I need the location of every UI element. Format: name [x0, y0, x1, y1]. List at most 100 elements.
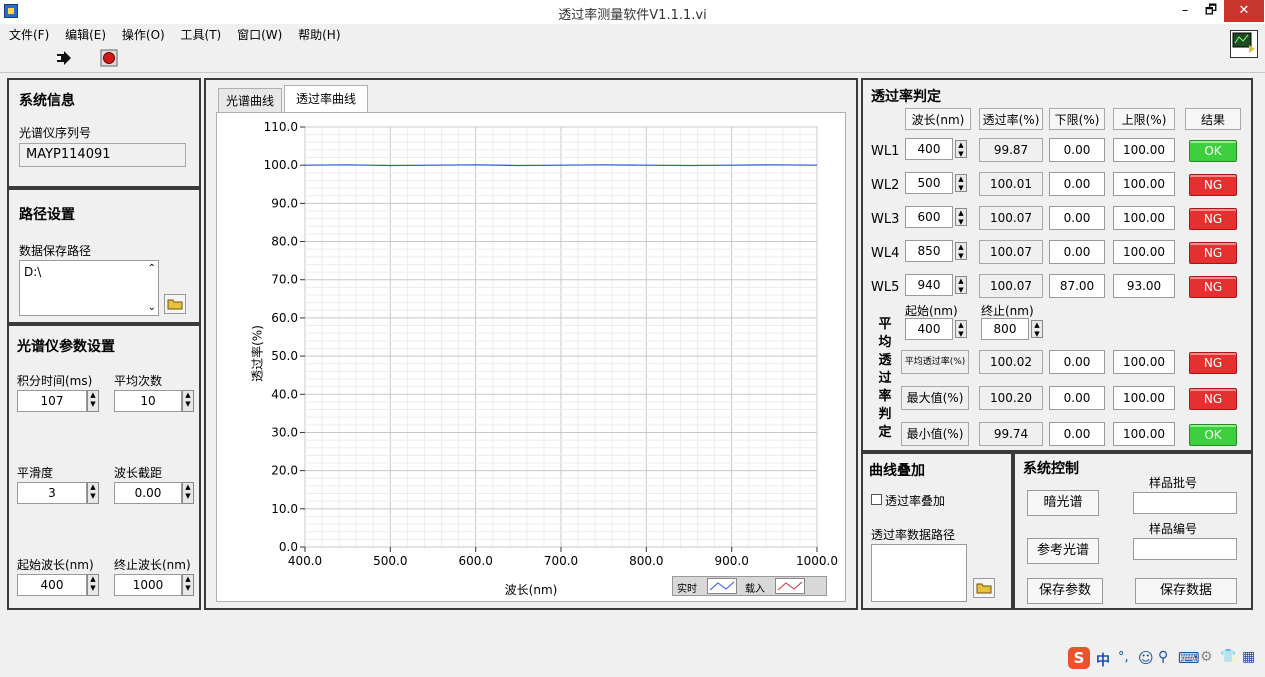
stat-label: 平均透过率(%) — [901, 350, 969, 374]
menu-operate[interactable]: 操作(O) — [122, 28, 165, 42]
id-input[interactable] — [1133, 538, 1237, 560]
wl-stepper[interactable]: ▲ ▼ — [955, 242, 967, 260]
toolbox-icon[interactable]: ▦ — [1242, 649, 1255, 665]
stat-upper-input[interactable]: 100.00 — [1113, 386, 1175, 410]
save-path-input[interactable]: D:\ ⌃ ⌄ — [19, 260, 159, 316]
close-button[interactable]: ✕ — [1224, 0, 1264, 22]
smooth-stepper[interactable]: ▲ ▼ — [87, 482, 99, 504]
stat-upper-input[interactable]: 100.00 — [1113, 350, 1175, 374]
lower-limit-input[interactable]: 0.00 — [1049, 172, 1105, 196]
end-wl-input[interactable]: 1000 — [114, 574, 182, 596]
wl-input[interactable]: 850 — [905, 240, 953, 262]
overlay-path-input[interactable] — [871, 544, 967, 602]
cutoff-label: 波长截距 — [114, 466, 163, 480]
integration-input[interactable]: 107 — [17, 390, 87, 412]
stat-label: 最小值(%) — [901, 422, 969, 446]
save-data-button[interactable]: 保存数据 — [1135, 578, 1237, 604]
end-wl-stepper[interactable]: ▲ ▼ — [182, 574, 194, 596]
scroll-down-icon[interactable]: ⌄ — [148, 302, 156, 313]
stat-upper-input[interactable]: 100.00 — [1113, 422, 1175, 446]
overlay-checkbox[interactable] — [871, 494, 882, 505]
serial-value: MAYP114091 — [19, 143, 186, 167]
wl-input[interactable]: 500 — [905, 172, 953, 194]
upper-limit-input[interactable]: 93.00 — [1113, 274, 1175, 298]
wl-stepper[interactable]: ▲ ▼ — [955, 140, 967, 158]
scroll-up-icon[interactable]: ⌃ — [148, 263, 156, 274]
overlay-panel: 曲线叠加 透过率叠加 透过率数据路径 — [861, 452, 1013, 610]
wl-input[interactable]: 600 — [905, 206, 953, 228]
upper-limit-input[interactable]: 100.00 — [1113, 172, 1175, 196]
abort-stop-icon[interactable] — [100, 49, 118, 67]
avg-end-stepper[interactable]: ▲ ▼ — [1031, 320, 1043, 338]
punct-icon[interactable]: °, — [1118, 650, 1129, 665]
menu-help[interactable]: 帮助(H) — [298, 28, 340, 42]
tab-spectrum[interactable]: 光谱曲线 — [218, 88, 282, 112]
wl-input[interactable]: 940 — [905, 274, 953, 296]
id-label: 样品编号 — [1149, 522, 1198, 536]
upper-limit-input[interactable]: 100.00 — [1113, 240, 1175, 264]
menu-tools[interactable]: 工具(T) — [181, 28, 222, 42]
overlay-check-label: 透过率叠加 — [885, 494, 946, 508]
system-info-title: 系统信息 — [19, 93, 75, 109]
transmittance-value: 100.07 — [979, 274, 1043, 298]
overlay-browse-button[interactable] — [973, 578, 995, 598]
mic-icon[interactable]: ⚲ — [1158, 649, 1168, 665]
judge-header-4: 结果 — [1185, 108, 1241, 130]
skin-icon[interactable]: 👕 — [1220, 649, 1236, 664]
wl-input[interactable]: 400 — [905, 138, 953, 160]
stat-lower-input[interactable]: 0.00 — [1049, 386, 1105, 410]
upper-limit-input[interactable]: 100.00 — [1113, 206, 1175, 230]
avg-start-stepper[interactable]: ▲ ▼ — [955, 320, 967, 338]
menu-file[interactable]: 文件(F) — [9, 28, 49, 42]
cutoff-input[interactable]: 0.00 — [114, 482, 182, 504]
browse-folder-button[interactable] — [164, 294, 186, 314]
avg-end-input[interactable]: 800 — [981, 318, 1029, 340]
start-wl-stepper[interactable]: ▲ ▼ — [87, 574, 99, 596]
save-params-button[interactable]: 保存参数 — [1027, 578, 1103, 604]
result-indicator: NG — [1189, 174, 1237, 196]
cutoff-stepper[interactable]: ▲ ▼ — [182, 482, 194, 504]
upper-limit-input[interactable]: 100.00 — [1113, 138, 1175, 162]
legend-loaded-swatch[interactable] — [775, 578, 805, 594]
menu-window[interactable]: 窗口(W) — [237, 28, 282, 42]
x-tick-label: 900.0 — [714, 554, 748, 568]
wl-stepper[interactable]: ▲ ▼ — [955, 174, 967, 192]
stat-lower-input[interactable]: 0.00 — [1049, 350, 1105, 374]
emoji-icon[interactable]: ☺ — [1138, 649, 1154, 667]
y-tick-label: 10.0 — [271, 502, 298, 516]
lower-limit-input[interactable]: 87.00 — [1049, 274, 1105, 298]
minimize-button[interactable]: – — [1172, 0, 1198, 22]
save-path-value: D:\ — [24, 265, 42, 279]
average-stepper[interactable]: ▲ ▼ — [182, 390, 194, 412]
legend-realtime-swatch[interactable] — [707, 578, 737, 594]
lower-limit-input[interactable]: 0.00 — [1049, 138, 1105, 162]
dark-spectrum-button[interactable]: 暗光谱 — [1027, 490, 1099, 516]
start-wl-input[interactable]: 400 — [17, 574, 87, 596]
wl-stepper[interactable]: ▲ ▼ — [955, 276, 967, 294]
run-arrow-icon[interactable] — [55, 50, 73, 66]
average-input[interactable]: 10 — [114, 390, 182, 412]
stat-value: 99.74 — [979, 422, 1043, 446]
wl-stepper[interactable]: ▲ ▼ — [955, 208, 967, 226]
integration-stepper[interactable]: ▲ ▼ — [87, 390, 99, 412]
overlay-path-label: 透过率数据路径 — [871, 528, 956, 542]
lower-limit-input[interactable]: 0.00 — [1049, 240, 1105, 264]
ime-chinese-mode[interactable]: 中 — [1096, 650, 1110, 670]
lower-limit-input[interactable]: 0.00 — [1049, 206, 1105, 230]
sogou-icon[interactable]: S — [1068, 647, 1090, 669]
reference-spectrum-button[interactable]: 参考光谱 — [1027, 538, 1099, 564]
overlay-title: 曲线叠加 — [869, 463, 925, 479]
batch-input[interactable] — [1133, 492, 1237, 514]
end-wl-label: 终止波长(nm) — [114, 558, 191, 572]
smooth-input[interactable]: 3 — [17, 482, 87, 504]
settings-icon[interactable]: ⚙ — [1200, 649, 1213, 665]
avg-start-input[interactable]: 400 — [905, 318, 953, 340]
keyboard-icon[interactable]: ⌨ — [1178, 649, 1200, 667]
x-tick-label: 600.0 — [458, 554, 492, 568]
stat-lower-input[interactable]: 0.00 — [1049, 422, 1105, 446]
tab-transmittance[interactable]: 透过率曲线 — [284, 85, 368, 113]
restore-button[interactable]: 🗗 — [1198, 0, 1224, 22]
avg-char: 均 — [878, 335, 892, 350]
avg-vertical-label: 平 均 透 过 率 判 定 — [877, 316, 893, 442]
menu-edit[interactable]: 编辑(E) — [65, 28, 106, 42]
